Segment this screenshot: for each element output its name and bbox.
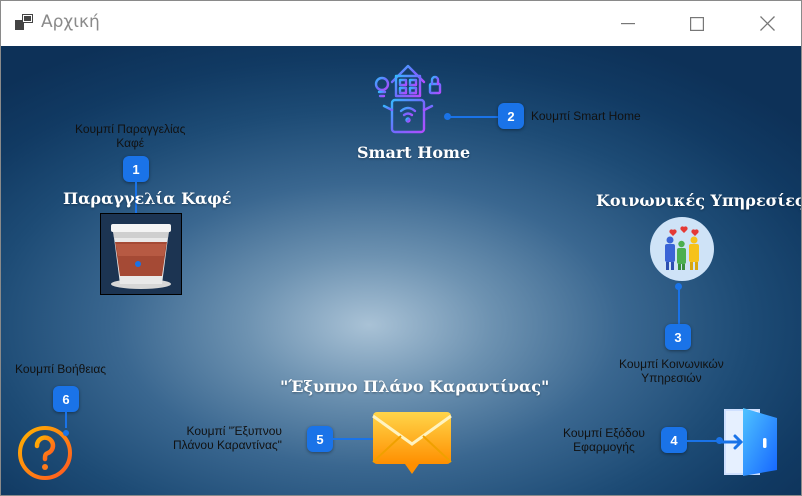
callout-4-text: Κουμπί Εξόδου Εφαρμογής (563, 426, 645, 454)
callout-5-text: Κουμπί "Έξυπνου Πλάνου Καραντίνας" (173, 424, 282, 452)
callout-5-badge: 5 (307, 426, 333, 452)
callout-6-badge: 6 (53, 386, 79, 412)
callout-2-badge: 2 (498, 103, 524, 129)
callout-1-line2: Καφέ (116, 136, 145, 150)
coffee-cup-icon (101, 214, 181, 294)
social-title: Κοινωνικές Υπηρεσίες (596, 191, 802, 210)
callout-1-text: Κουμπί Παραγγελίας Καφέ (75, 122, 185, 150)
window-title: Αρχική (41, 12, 100, 32)
minimize-button[interactable] (605, 1, 651, 46)
callout-4-badge: 4 (661, 427, 687, 453)
callout-1-line1: Κουμπί Παραγγελίας (75, 122, 186, 136)
exit-app-button[interactable] (717, 406, 781, 478)
callout-2-text: Κουμπί Smart Home (531, 109, 641, 123)
callout-3-text: Κουμπί Κοινωνικών Υπηρεσιών (619, 357, 724, 385)
question-mark-icon (18, 426, 72, 480)
smart-home-button[interactable] (370, 56, 446, 140)
app-window: Αρχική Smart Home 2 Κουμπί Smart Home Κο… (0, 0, 802, 496)
minimize-icon (621, 22, 635, 24)
callout-3-badge: 3 (665, 324, 691, 350)
main-content: Smart Home 2 Κουμπί Smart Home Κουμπί Πα… (1, 46, 802, 495)
smart-home-icon (374, 64, 442, 134)
callout-4-line (687, 440, 719, 442)
callout-5-line1: Κουμπί "Έξυπνου (186, 424, 282, 438)
help-button[interactable] (16, 424, 74, 482)
callout-6-text: Κουμπί Βοήθειας (15, 362, 107, 376)
callout-4-line2: Εφαρμογής (573, 440, 635, 454)
exit-door-icon (717, 408, 777, 476)
app-windows-icon (15, 14, 33, 30)
smart-home-title: Smart Home (357, 143, 471, 162)
callout-2-line (447, 116, 499, 118)
envelope-icon (372, 412, 452, 474)
coffee-button[interactable] (100, 213, 182, 295)
callout-5-line (333, 438, 373, 440)
callout-4-line1: Κουμπί Εξόδου (563, 426, 645, 440)
callout-5-line2: Πλάνου Καραντίνας" (173, 438, 282, 452)
callout-3-line2: Υπηρεσιών (641, 371, 702, 385)
coffee-title: Παραγγελία Καφέ (63, 189, 232, 208)
close-icon (759, 16, 775, 31)
maximize-icon (690, 16, 704, 31)
quarantine-plan-button[interactable] (371, 410, 453, 476)
title-bar[interactable]: Αρχική (1, 1, 801, 46)
callout-1-badge: 1 (123, 156, 149, 182)
quarantine-title: "Έξυπνο Πλάνο Καραντίνας" (280, 377, 550, 396)
callout-3-line (678, 286, 680, 324)
social-services-button[interactable] (649, 216, 715, 282)
callout-3-line1: Κουμπί Κοινωνικών (619, 357, 724, 371)
close-button[interactable] (744, 1, 790, 46)
people-hearts-icon (650, 217, 714, 281)
maximize-button[interactable] (674, 1, 720, 46)
